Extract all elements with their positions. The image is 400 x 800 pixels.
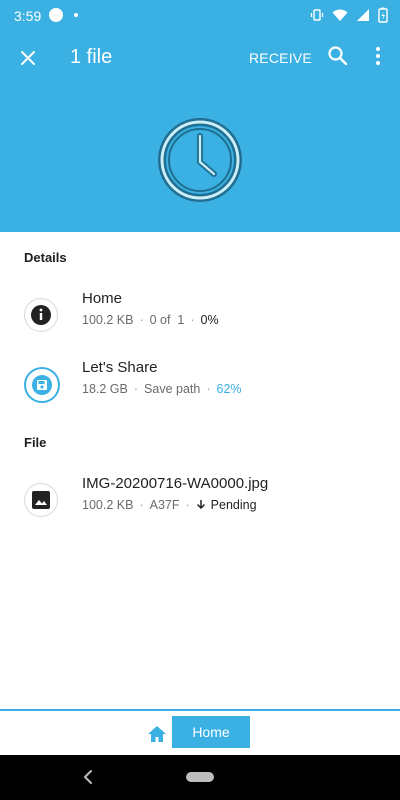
header-banner (0, 84, 400, 232)
home-icon[interactable] (146, 723, 168, 745)
detail-row-home[interactable]: Home 100.2 KB · 0 of 1 · 0% (0, 286, 400, 342)
detail-title: Let's Share (82, 359, 158, 376)
file-id: A37F (149, 498, 180, 512)
file-section-label: File (24, 435, 47, 450)
receive-button[interactable]: RECEIVE (249, 50, 312, 66)
details-section-label: Details (24, 250, 67, 265)
signal-icon (357, 9, 369, 21)
file-icon-wrapper (24, 483, 58, 517)
battery-icon (378, 7, 388, 23)
wifi-icon (332, 9, 348, 21)
detail-icon-wrapper (24, 367, 60, 403)
detail-icon-wrapper (24, 298, 58, 332)
detail-subtitle: 100.2 KB · 0 of 1 · 0% (82, 313, 219, 327)
detail-subtitle: 18.2 GB · Save path · 62% (82, 382, 242, 396)
back-icon[interactable] (80, 768, 96, 786)
more-options-button[interactable] (370, 44, 386, 68)
file-size: 100.2 KB (82, 498, 134, 512)
detail-size: 18.2 GB (82, 382, 128, 396)
toolbar: 1 file RECEIVE (0, 32, 400, 84)
file-row[interactable]: IMG-20200716-WA0000.jpg 100.2 KB · A37F · Pe… (0, 471, 400, 527)
close-icon (21, 51, 35, 65)
detail-count: 0 of 1 (149, 313, 185, 327)
save-icon (32, 375, 52, 395)
file-status: Pending (210, 498, 257, 512)
image-icon (32, 491, 50, 509)
vibrate-icon (310, 9, 324, 21)
info-icon (31, 305, 51, 325)
file-name: IMG-20200716-WA0000.jpg (82, 475, 269, 492)
detail-percent: 0% (200, 313, 219, 327)
notification-icon (49, 8, 63, 22)
clock-icon (158, 118, 242, 202)
detail-title: Home (82, 290, 123, 307)
detail-size: 100.2 KB (82, 313, 134, 327)
file-subtitle: 100.2 KB · A37F · Pending (82, 498, 257, 512)
status-time: 3:59 (14, 8, 42, 24)
bottom-bar: Home (0, 711, 400, 755)
search-icon (328, 46, 348, 66)
nav-home-pill[interactable] (186, 772, 214, 782)
arrow-down-icon (196, 500, 205, 510)
more-vert-icon (376, 47, 380, 65)
system-nav-bar (0, 755, 400, 800)
close-button[interactable] (14, 44, 42, 72)
notification-dot-icon (74, 13, 78, 17)
status-bar: 3:59 (0, 0, 400, 32)
page-title: 1 file (70, 46, 113, 68)
search-button[interactable] (326, 44, 350, 68)
status-icons (310, 7, 388, 23)
detail-save-path: Save path (144, 382, 201, 396)
home-button[interactable]: Home (172, 716, 250, 748)
detail-row-lets-share[interactable]: Let's Share 18.2 GB · Save path · 62% (0, 355, 400, 411)
detail-percent: 62% (216, 382, 242, 396)
